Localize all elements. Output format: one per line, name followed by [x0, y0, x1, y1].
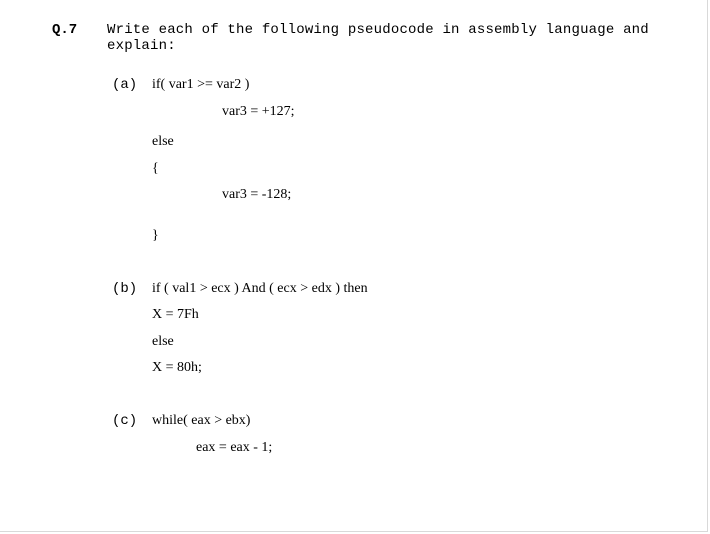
- question-header: Q.7 Write each of the following pseudoco…: [52, 22, 682, 54]
- part-a-body: if( var1 >= var2 ) var3 = +127; else { v…: [152, 72, 295, 250]
- part-b-label: (b): [112, 281, 152, 297]
- code-line: else: [152, 129, 295, 156]
- code-line: var3 = -128;: [152, 182, 295, 209]
- code-line: if ( val1 > ecx ) And ( ecx > edx ) then: [152, 276, 368, 303]
- page: Q.7 Write each of the following pseudoco…: [0, 0, 710, 534]
- code-line: if( var1 >= var2 ): [152, 72, 295, 99]
- question-prompt: Write each of the following pseudocode i…: [107, 22, 682, 54]
- code-line: {: [152, 156, 295, 183]
- part-b-body: if ( val1 > ecx ) And ( ecx > edx ) then…: [152, 276, 368, 382]
- part-a: (a) if( var1 >= var2 ) var3 = +127; else…: [112, 72, 682, 250]
- code-line: X = 7Fh: [152, 302, 368, 329]
- part-c-label: (c): [112, 413, 152, 429]
- part-c: (c) while( eax > ebx) eax = eax - 1;: [112, 408, 682, 461]
- part-c-body: while( eax > ebx) eax = eax - 1;: [152, 408, 272, 461]
- page-edge-right: [707, 0, 708, 532]
- question-number: Q.7: [52, 22, 107, 38]
- part-a-label: (a): [112, 77, 152, 93]
- code-line: eax = eax - 1;: [152, 435, 272, 462]
- code-line: while( eax > ebx): [152, 408, 272, 435]
- code-line: }: [152, 223, 295, 250]
- page-edge-bottom: [0, 531, 708, 532]
- code-line: else: [152, 329, 368, 356]
- code-line: X = 80h;: [152, 355, 368, 382]
- part-b: (b) if ( val1 > ecx ) And ( ecx > edx ) …: [112, 276, 682, 382]
- code-line: var3 = +127;: [152, 99, 295, 126]
